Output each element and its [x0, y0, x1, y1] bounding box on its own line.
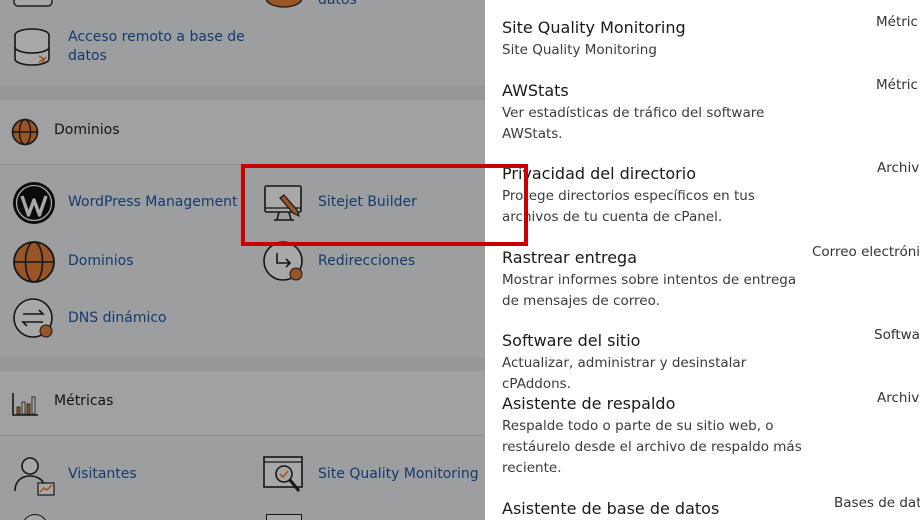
- tool-label: Visitantes: [68, 466, 137, 482]
- bar-chart-icon: [12, 393, 38, 416]
- datos-partial-label[interactable]: datos: [318, 0, 357, 8]
- result-description: Actualizar, administrar y desinstalar cP…: [502, 355, 747, 392]
- result-category: Métric: [876, 77, 918, 93]
- result-description: Respalde todo o parte de su sitio web, o…: [502, 418, 802, 476]
- result-category: Métric: [876, 14, 918, 30]
- database-icon-partial: [262, 0, 306, 10]
- result-item[interactable]: Software del sitio Actualizar, administr…: [502, 327, 920, 395]
- globe-icon: [13, 241, 55, 283]
- result-title[interactable]: Privacidad del directorio: [502, 163, 920, 185]
- result-description: Mostrar informes sobre intentos de entre…: [502, 272, 797, 309]
- tool-label-line: datos: [68, 48, 107, 64]
- tool-label: WordPress Management: [68, 194, 238, 210]
- tool-label: Redirecciones: [318, 253, 416, 269]
- result-description: Protege directorios específicos en tus a…: [502, 188, 755, 225]
- tool-domains[interactable]: Dominios: [12, 240, 212, 286]
- redirect-icon: [263, 241, 303, 281]
- tool-label: Dominios: [68, 253, 134, 269]
- result-category: Bases de dat: [834, 495, 920, 511]
- result-item[interactable]: Rastrear entrega Mostrar informes sobre …: [502, 244, 920, 312]
- highlight-box: [241, 164, 528, 246]
- tool-site-quality-monitoring[interactable]: Site Quality Monitoring: [262, 453, 479, 499]
- visitors-icon: [14, 457, 55, 496]
- section-divider: [0, 86, 485, 100]
- result-item[interactable]: AWStats Ver estadísticas de tráfico del …: [502, 77, 920, 145]
- section-title: Métricas: [54, 393, 114, 409]
- section-divider: [0, 357, 485, 371]
- result-item[interactable]: Site Quality Monitoring Site Quality Mon…: [502, 14, 920, 61]
- tool-label: Site Quality Monitoring: [318, 466, 479, 482]
- partial-icon: [22, 514, 48, 520]
- tool-wordpress-management[interactable]: WordPress Management: [12, 181, 238, 227]
- dynamic-dns-icon: [13, 298, 53, 338]
- result-category: Archivo: [877, 390, 920, 406]
- result-category: Correo electrónic: [812, 244, 920, 260]
- section-title: Dominios: [54, 122, 120, 138]
- result-item[interactable]: Asistente de base de datos Bases de dat: [502, 495, 920, 520]
- tool-label: DNS dinámico: [68, 310, 167, 326]
- tool-dynamic-dns[interactable]: DNS dinámico: [12, 297, 212, 343]
- php-icon: php: [12, 0, 56, 8]
- result-title[interactable]: Asistente de respaldo: [502, 393, 920, 415]
- remote-database-icon: [14, 28, 50, 66]
- result-title[interactable]: Software del sitio: [502, 330, 920, 352]
- globe-icon: [11, 118, 39, 146]
- result-category: Softwa: [874, 327, 920, 343]
- tool-visitors[interactable]: Visitantes: [12, 453, 212, 499]
- wordpress-icon: [13, 182, 55, 224]
- result-title[interactable]: AWStats: [502, 80, 920, 102]
- section-header-domains[interactable]: Dominios: [0, 100, 485, 165]
- partial-icon: [266, 514, 302, 520]
- result-item[interactable]: Privacidad del directorio Protege direct…: [502, 160, 920, 228]
- result-description: Site Quality Monitoring: [502, 42, 657, 58]
- site-quality-icon: [263, 456, 303, 492]
- result-category: Archivo: [877, 160, 920, 176]
- tool-label-line: Acceso remoto a base de: [68, 29, 245, 45]
- result-item[interactable]: Asistente de respaldo Respalde todo o pa…: [502, 390, 920, 479]
- tool-remote-database-access[interactable]: Acceso remoto a base de datos: [12, 26, 262, 74]
- tools-panel: php datos Acceso remoto a base de datos …: [0, 0, 485, 520]
- result-title[interactable]: Site Quality Monitoring: [502, 17, 920, 39]
- search-results-panel: Site Quality Monitoring Site Quality Mon…: [485, 0, 920, 520]
- section-header-metrics[interactable]: Métricas: [0, 371, 485, 436]
- tool-redirects[interactable]: Redirecciones: [262, 240, 462, 286]
- result-description: Ver estadísticas de tráfico del software…: [502, 105, 765, 142]
